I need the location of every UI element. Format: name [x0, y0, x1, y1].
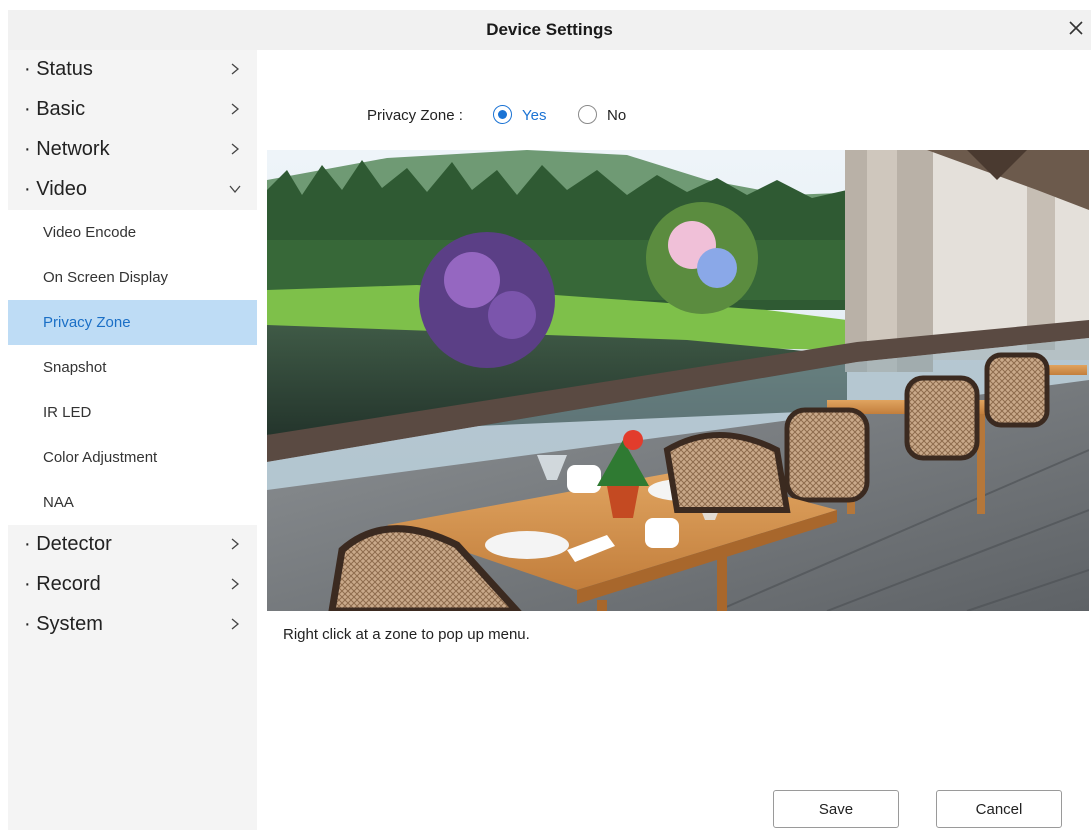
sidebar-subitem-color-adjustment[interactable]: Color Adjustment: [8, 435, 257, 480]
camera-preview-image: [267, 150, 1089, 611]
chevron-right-icon: [231, 538, 240, 550]
sidebar-item-label: · Record: [24, 573, 101, 595]
sidebar: · Status · Basic · Network · Video Video…: [8, 50, 257, 830]
radio-unselected-icon: [578, 105, 597, 124]
privacy-zone-yes-radio[interactable]: Yes: [493, 104, 553, 126]
chevron-down-icon: [229, 185, 241, 194]
sidebar-item-network[interactable]: · Network: [8, 130, 257, 170]
radio-selected-icon: [493, 105, 512, 124]
radio-label: No: [607, 107, 627, 124]
chevron-right-icon: [231, 143, 240, 155]
sidebar-subitem-label: Privacy Zone: [43, 314, 131, 331]
sidebar-subitem-on-screen-display[interactable]: On Screen Display: [8, 255, 257, 300]
sidebar-item-label: · Status: [24, 58, 93, 80]
close-icon[interactable]: [1063, 15, 1089, 41]
sidebar-subitem-label: IR LED: [43, 404, 92, 421]
sidebar-item-video[interactable]: · Video: [8, 170, 257, 210]
sidebar-subitem-label: On Screen Display: [43, 269, 169, 286]
save-button[interactable]: Save: [773, 790, 899, 828]
chevron-right-icon: [231, 578, 240, 590]
radio-label: Yes: [522, 107, 547, 124]
sidebar-subitem-label: Snapshot: [43, 359, 107, 376]
chevron-right-icon: [231, 103, 240, 115]
window-title: Device Settings: [486, 20, 613, 39]
sidebar-item-record[interactable]: · Record: [8, 565, 257, 605]
sidebar-item-basic[interactable]: · Basic: [8, 90, 257, 130]
sidebar-subitem-privacy-zone[interactable]: Privacy Zone: [8, 300, 257, 345]
sidebar-item-label: · Basic: [24, 98, 86, 120]
preview-hint: Right click at a zone to pop up menu.: [283, 626, 530, 643]
cancel-button[interactable]: Cancel: [936, 790, 1062, 828]
sidebar-subitem-ir-led[interactable]: IR LED: [8, 390, 257, 435]
privacy-zone-no-radio[interactable]: No: [578, 104, 638, 126]
sidebar-subitem-label: Color Adjustment: [43, 449, 158, 466]
camera-preview[interactable]: [267, 150, 1089, 611]
chevron-right-icon: [231, 618, 240, 630]
sidebar-item-status[interactable]: · Status: [8, 50, 257, 90]
sidebar-subitem-naa[interactable]: NAA: [8, 480, 257, 525]
sidebar-subitem-snapshot[interactable]: Snapshot: [8, 345, 257, 390]
sidebar-item-label: · Network: [24, 138, 110, 160]
title-bar: Device Settings: [8, 10, 1091, 50]
sidebar-item-system[interactable]: · System: [8, 605, 257, 645]
sidebar-item-detector[interactable]: · Detector: [8, 525, 257, 565]
privacy-zone-label: Privacy Zone :: [367, 107, 463, 124]
sidebar-item-label: · Detector: [24, 533, 112, 555]
chevron-right-icon: [231, 63, 240, 75]
sidebar-subitem-label: Video Encode: [43, 224, 137, 241]
sidebar-subitem-label: NAA: [43, 494, 74, 511]
sidebar-item-label: · System: [24, 613, 103, 635]
sidebar-item-label: · Video: [24, 178, 88, 200]
sidebar-subitem-video-encode[interactable]: Video Encode: [8, 210, 257, 255]
